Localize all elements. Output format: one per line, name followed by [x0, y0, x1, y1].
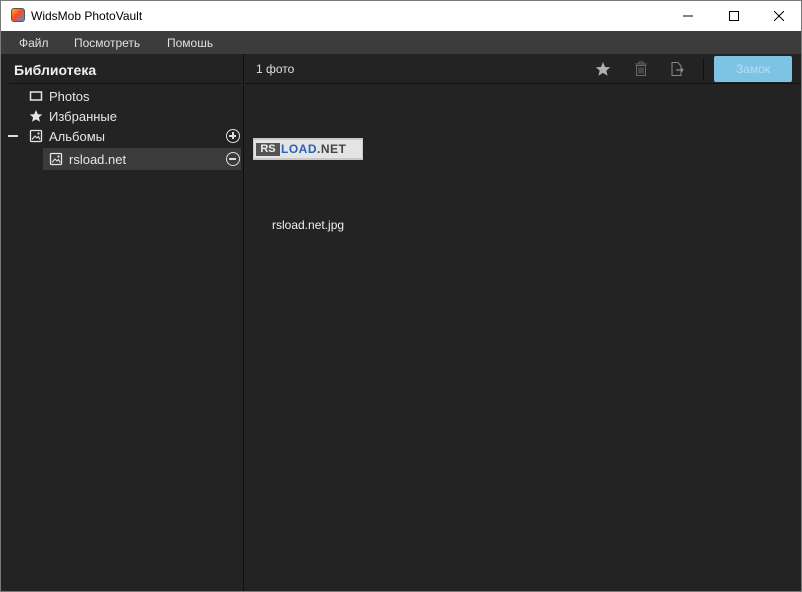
minimize-icon [683, 15, 693, 17]
maximize-button[interactable] [711, 1, 757, 31]
thumbnail-image: RS LOAD.NET [254, 140, 362, 158]
star-icon [29, 110, 43, 122]
sidebar-item-rsload[interactable]: rsload.net [1, 148, 244, 170]
menu-help[interactable]: Помошь [167, 36, 213, 50]
maximize-icon [729, 11, 739, 21]
star-icon[interactable] [595, 61, 611, 77]
sidebar-item-label: Избранные [49, 109, 117, 124]
close-icon [774, 11, 784, 21]
photo-frame-icon [29, 91, 43, 101]
minimize-button[interactable] [665, 1, 711, 31]
sidebar: Библиотека Photos Избранные Альбомы rslo… [1, 54, 244, 591]
sidebar-divider [9, 83, 241, 84]
photo-file-name: rsload.net.jpg [272, 218, 345, 232]
window-title: WidsMob PhotoVault [31, 9, 143, 23]
sidebar-item-favorites[interactable]: Избранные [1, 106, 244, 126]
sidebar-title: Библиотека [14, 62, 97, 78]
thumbnail-logo-text: LOAD.NET [281, 142, 346, 156]
toolbar-divider [703, 58, 704, 80]
add-album-icon[interactable] [226, 129, 240, 143]
sidebar-item-label: rsload.net [69, 152, 127, 167]
export-icon[interactable] [669, 61, 685, 77]
photo-thumbnail[interactable]: RS LOAD.NET [253, 138, 363, 160]
toolbar: 1 фото Замок [245, 54, 801, 84]
menu-file[interactable]: Файл [19, 36, 49, 50]
sidebar-item-label: Альбомы [49, 129, 105, 144]
thumbnail-logo-load: LOAD [281, 142, 317, 156]
thumbnail-logo-rs: RS [256, 143, 280, 156]
sidebar-item-albums[interactable]: Альбомы [1, 126, 244, 146]
trash-icon[interactable] [633, 61, 649, 77]
sidebar-item-label: Photos [49, 89, 90, 104]
main-content: 1 фото Замок RS LOAD.NET rsload.net.jpg [245, 54, 801, 591]
thumbnail-logo-net: .NET [317, 142, 347, 156]
album-icon [29, 129, 43, 143]
app-window: WidsMob PhotoVault Файл Посмотреть Помош… [0, 0, 802, 592]
close-button[interactable] [756, 1, 802, 31]
photo-count: 1 фото [256, 62, 295, 76]
lock-button[interactable]: Замок [714, 56, 792, 82]
menu-bar: Файл Посмотреть Помошь [1, 31, 801, 54]
app-logo-icon [11, 8, 25, 22]
remove-album-icon[interactable] [226, 152, 240, 166]
collapse-icon[interactable] [8, 135, 18, 137]
title-bar[interactable]: WidsMob PhotoVault [1, 1, 801, 31]
album-icon [49, 152, 63, 166]
menu-view[interactable]: Посмотреть [74, 36, 140, 50]
sidebar-item-photos[interactable]: Photos [1, 86, 244, 106]
